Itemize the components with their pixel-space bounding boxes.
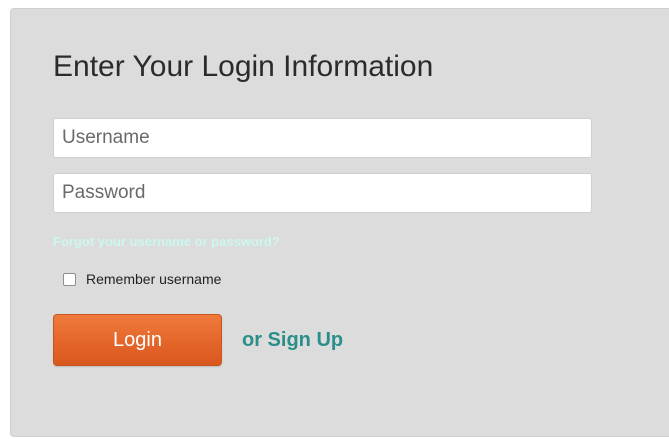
forgot-credentials-link[interactable]: Forgot your username or password? bbox=[53, 234, 280, 249]
sign-up-link[interactable]: or Sign Up bbox=[242, 329, 343, 352]
password-input[interactable] bbox=[53, 173, 592, 213]
username-input[interactable] bbox=[53, 118, 592, 158]
login-panel: Enter Your Login Information Forgot your… bbox=[10, 8, 669, 437]
login-button[interactable]: Login bbox=[53, 314, 222, 366]
remember-username-checkbox[interactable] bbox=[63, 272, 76, 286]
remember-username-label[interactable]: Remember username bbox=[86, 271, 221, 287]
page-title: Enter Your Login Information bbox=[53, 50, 434, 83]
remember-username-row: Remember username bbox=[63, 271, 221, 287]
